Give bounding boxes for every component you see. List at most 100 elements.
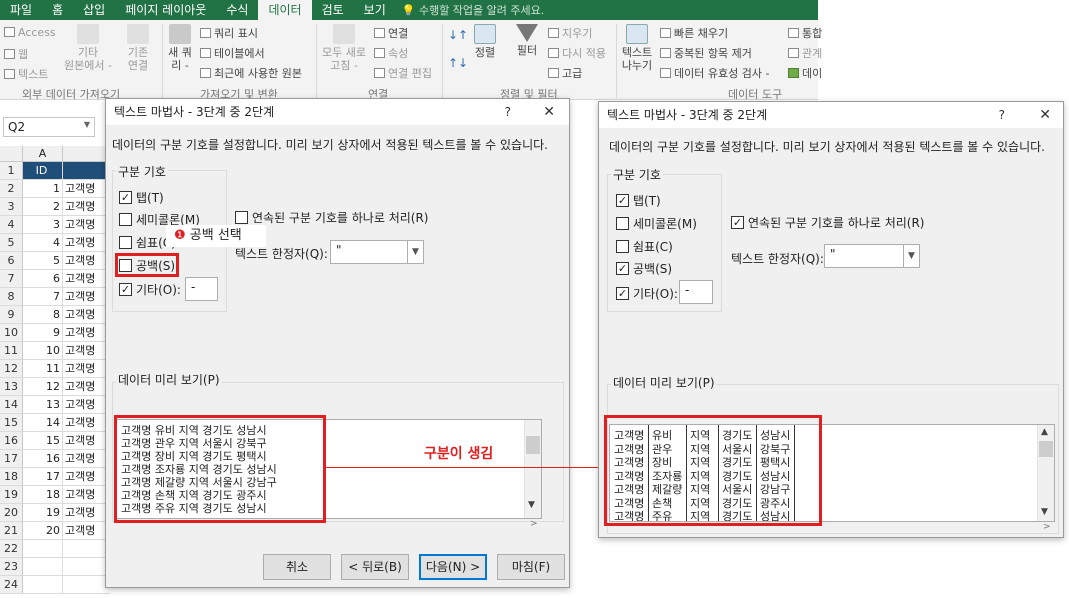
data-validation-button[interactable]: 데이터 유효성 검사 - [660, 65, 769, 81]
worksheet-grid[interactable]: A 1 ID 2 1 고객명 3 2 고객명 4 3 고객명 5 4 고객명 6 5 고객명 7 6 고객명 8 7 고객명… [0, 146, 110, 598]
row-header[interactable]: 1 [0, 162, 23, 180]
row-header[interactable]: 10 [0, 324, 23, 342]
row-header[interactable]: 4 [0, 216, 23, 234]
cell-b[interactable]: 고객명 [63, 234, 110, 252]
row-header[interactable]: 12 [0, 360, 23, 378]
sort-za-icon[interactable]: ↑↓ [448, 56, 468, 70]
cell-a[interactable]: 16 [23, 450, 63, 468]
cell-a[interactable]: 4 [23, 234, 63, 252]
row-header[interactable]: 22 [0, 540, 23, 558]
cell-a[interactable]: 6 [23, 270, 63, 288]
tab-checkbox[interactable]: ✓ 탭(T) [616, 192, 661, 209]
preview-scrollbar[interactable]: ▼ [524, 420, 541, 518]
close-button[interactable]: ✕ [1039, 102, 1051, 128]
row-header[interactable]: 6 [0, 252, 23, 270]
cell-b[interactable]: 고객명 [63, 306, 110, 324]
finish-button[interactable]: 마침(F) [497, 554, 565, 580]
chevron-up-icon[interactable]: ▲ [1041, 427, 1048, 437]
cell-a[interactable]: 3 [23, 216, 63, 234]
select-all-corner[interactable] [0, 146, 23, 162]
consecutive-checkbox[interactable]: 연속된 구분 기호를 하나로 처리(R) [235, 209, 428, 226]
cell-b[interactable]: 고객명 [63, 342, 110, 360]
help-button[interactable]: ? [505, 99, 511, 125]
row-header[interactable]: 11 [0, 342, 23, 360]
consolidate-button[interactable]: 통합 [788, 25, 822, 41]
row-header[interactable]: 2 [0, 180, 23, 198]
help-button[interactable]: ? [999, 102, 1005, 128]
tell-me-box[interactable]: 💡 수행할 작업을 알려 주세요. [402, 2, 545, 18]
cell-a[interactable]: ID [23, 162, 63, 180]
show-queries-button[interactable]: 쿼리 표시 [200, 25, 258, 41]
cell-a[interactable]: 5 [23, 252, 63, 270]
cell-a[interactable]: 1 [23, 180, 63, 198]
from-access-button[interactable]: Access [4, 26, 56, 39]
sort-az-icon[interactable]: ↓↑ [448, 28, 468, 42]
close-button[interactable]: ✕ [543, 99, 555, 125]
cell-a[interactable]: 8 [23, 306, 63, 324]
scroll-thumb[interactable] [1039, 441, 1053, 457]
ribbon-tab[interactable]: 데이터 [258, 0, 312, 20]
scroll-thumb[interactable] [526, 436, 540, 454]
relationships-button[interactable]: 관계 [788, 45, 822, 61]
row-header[interactable]: 18 [0, 468, 23, 486]
cell-b[interactable] [63, 540, 110, 558]
recent-sources-button[interactable]: 최근에 사용한 원본 [200, 65, 302, 81]
cell-a[interactable]: 19 [23, 504, 63, 522]
cell-b[interactable]: 고객명 [63, 468, 110, 486]
ribbon-tab[interactable]: 홈 [42, 0, 73, 20]
row-header[interactable]: 15 [0, 414, 23, 432]
other-delimiter-input[interactable]: - [679, 280, 713, 304]
row-header[interactable]: 20 [0, 504, 23, 522]
existing-connections-button[interactable]: 기존 연결 [118, 24, 158, 72]
remove-duplicates-button[interactable]: 중복된 항목 제거 [660, 45, 752, 61]
cell-a[interactable] [23, 558, 63, 576]
row-header[interactable]: 14 [0, 396, 23, 414]
chevron-down-icon[interactable]: ▼ [1041, 507, 1048, 517]
cell-b[interactable] [63, 576, 110, 594]
cell-a[interactable]: 13 [23, 396, 63, 414]
cell-a[interactable]: 14 [23, 414, 63, 432]
properties-button[interactable]: 속성 [374, 45, 408, 61]
cell-b[interactable]: 고객명 [63, 270, 110, 288]
cell-b[interactable] [63, 558, 110, 576]
other-sources-button[interactable]: 기타 원본에서 - [60, 24, 116, 72]
cell-b[interactable] [63, 162, 110, 180]
other-delimiter-input[interactable]: - [185, 277, 218, 301]
ribbon-tab[interactable]: 검토 [312, 0, 354, 20]
clear-filter-button[interactable]: 지우기 [548, 25, 592, 41]
row-header[interactable]: 5 [0, 234, 23, 252]
name-box[interactable]: Q2 ▼ [3, 117, 95, 137]
chevron-down-icon[interactable]: ▼ [528, 500, 535, 510]
back-button[interactable]: < 뒤로(B) [341, 554, 409, 580]
tab-checkbox[interactable]: ✓ 탭(T) [119, 189, 164, 206]
advanced-filter-button[interactable]: 고급 [548, 65, 582, 81]
semicolon-checkbox[interactable]: 세미콜론(M) [616, 215, 697, 232]
ribbon-tab[interactable]: 파일 [0, 0, 42, 20]
row-header[interactable]: 8 [0, 288, 23, 306]
cell-a[interactable]: 15 [23, 432, 63, 450]
refresh-all-button[interactable]: 모두 새로 고침 - [318, 24, 370, 72]
cell-b[interactable]: 고객명 [63, 288, 110, 306]
row-header[interactable]: 3 [0, 198, 23, 216]
other-checkbox[interactable]: ✓ 기타(O): [119, 281, 181, 298]
cell-b[interactable]: 고객명 [63, 180, 110, 198]
cell-a[interactable]: 10 [23, 342, 63, 360]
cell-b[interactable]: 고객명 [63, 324, 110, 342]
from-text-button[interactable]: 텍스트 [4, 66, 48, 82]
sort-button[interactable]: 정렬 [470, 24, 500, 59]
data-model-button[interactable]: 데이 [788, 65, 822, 81]
ribbon-tab[interactable]: 보기 [354, 0, 396, 20]
row-header[interactable]: 19 [0, 486, 23, 504]
consecutive-checkbox[interactable]: ✓ 연속된 구분 기호를 하나로 처리(R) [731, 214, 924, 231]
row-header[interactable]: 13 [0, 378, 23, 396]
text-qualifier-select[interactable]: " ▼ [824, 244, 920, 268]
cell-b[interactable]: 고객명 [63, 378, 110, 396]
cell-a[interactable]: 7 [23, 288, 63, 306]
ribbon-tab[interactable]: 삽입 [73, 0, 115, 20]
reapply-button[interactable]: 다시 적용 [548, 45, 606, 61]
ribbon-tab[interactable]: 페이지 레이아웃 [115, 0, 216, 20]
next-button[interactable]: 다음(N) > [419, 554, 487, 580]
comma-checkbox[interactable]: 쉼표(C) [616, 238, 673, 255]
text-qualifier-select[interactable]: " ▼ [330, 240, 424, 264]
filter-button[interactable]: 필터 [510, 24, 544, 57]
